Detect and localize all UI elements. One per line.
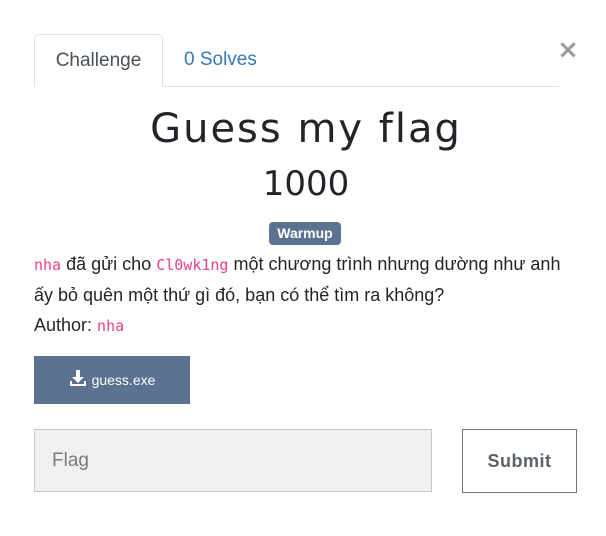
tab-solves[interactable]: 0 Solves [184,34,257,86]
challenge-description: nha đã gửi cho Cl0wk1ng một chương trình… [34,249,574,341]
submit-button[interactable]: Submit [462,429,577,493]
tab-challenge[interactable]: Challenge [34,34,163,87]
description-text: đã gửi cho [61,254,157,274]
download-icon [69,370,92,390]
tab-bar: Challenge 0 Solves [34,34,559,87]
username-code: Cl0wk1ng [156,256,229,274]
author-code: nha [97,317,125,335]
challenge-modal: × Challenge 0 Solves Guess my flag 1000 … [0,0,606,536]
category-badge: Warmup [269,222,341,245]
challenge-title: Guess my flag [150,106,462,152]
author-label: Author: [34,315,98,335]
download-file-button[interactable]: guess.exe [34,356,190,404]
flag-input[interactable] [34,429,432,492]
close-button[interactable]: × [557,36,579,64]
file-name: guess.exe [91,372,156,388]
username-code: nha [34,256,62,274]
challenge-value: 1000 [262,164,350,204]
